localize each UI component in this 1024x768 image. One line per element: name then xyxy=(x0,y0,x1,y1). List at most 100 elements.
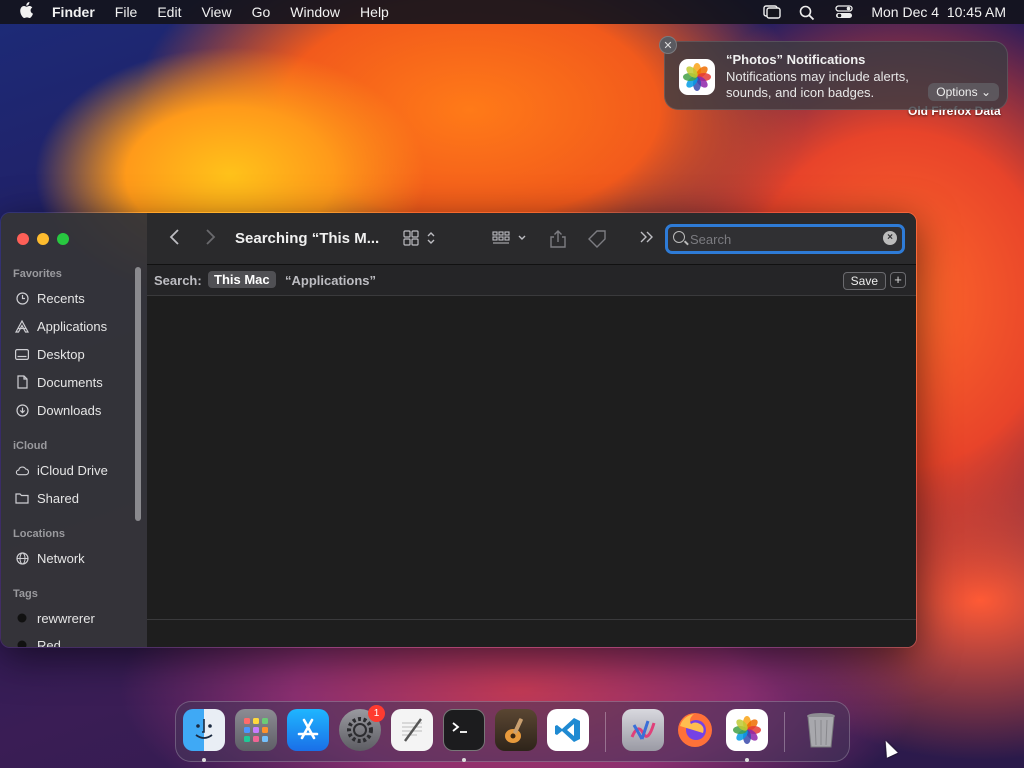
finder-app-icon[interactable] xyxy=(183,709,225,751)
tag-icon[interactable] xyxy=(587,229,609,253)
sidebar-scrollbar[interactable] xyxy=(135,267,141,521)
view-mode-grid-icon[interactable] xyxy=(403,229,437,251)
menu-go[interactable]: Go xyxy=(242,4,281,20)
search-icon xyxy=(673,231,685,243)
sidebar-header-favorites: Favorites xyxy=(13,268,62,280)
app-store-app-icon[interactable] xyxy=(287,709,329,751)
desktop-icon xyxy=(15,347,29,361)
sidebar-item-label: rewwrerer xyxy=(37,610,95,626)
sidebar-item-label: Red xyxy=(37,637,61,648)
menu-edit[interactable]: Edit xyxy=(147,4,191,20)
search-input[interactable] xyxy=(690,230,870,248)
globe-icon xyxy=(15,551,29,565)
finder-window: Favorites Recents Applications Desktop D… xyxy=(0,212,917,648)
sidebar-item-label: Desktop xyxy=(37,346,85,362)
scope-label: Search: xyxy=(154,273,202,288)
share-icon[interactable] xyxy=(549,229,567,253)
document-icon xyxy=(15,375,29,389)
sidebar-item-shared[interactable]: Shared xyxy=(15,488,79,508)
sidebar-item-documents[interactable]: Documents xyxy=(15,372,103,392)
sidebar-item-recents[interactable]: Recents xyxy=(15,288,85,308)
sidebar-item-network[interactable]: Network xyxy=(15,548,85,568)
sidebar-item-label: Documents xyxy=(37,374,103,390)
menu-view[interactable]: View xyxy=(191,4,241,20)
dock: 1 xyxy=(175,701,850,762)
notification-body: Notifications may include alerts, sounds… xyxy=(726,69,909,100)
dock-separator xyxy=(784,712,785,752)
menu-bar-clock[interactable]: Mon Dec 4 10:45 AM xyxy=(871,4,1006,20)
sidebar-item-label: Recents xyxy=(37,290,85,306)
clock-icon xyxy=(15,291,29,305)
notification-close-button[interactable]: ✕ xyxy=(659,36,677,54)
vscode-app-icon[interactable] xyxy=(547,709,589,751)
sidebar-tag-red[interactable]: Red xyxy=(15,635,61,648)
minimize-window-button[interactable] xyxy=(37,233,49,245)
screen-mirroring-icon[interactable] xyxy=(763,5,782,19)
garageband-app-icon[interactable] xyxy=(495,709,537,751)
menu-file[interactable]: File xyxy=(105,4,148,20)
running-indicator xyxy=(462,758,466,762)
sidebar-item-icloud-drive[interactable]: iCloud Drive xyxy=(15,460,108,480)
zoom-window-button[interactable] xyxy=(57,233,69,245)
sidebar-item-label: iCloud Drive xyxy=(37,462,108,478)
menu-window[interactable]: Window xyxy=(280,4,350,20)
finder-sidebar: Favorites Recents Applications Desktop D… xyxy=(1,213,147,648)
forward-chevron-icon[interactable] xyxy=(204,228,216,252)
sidebar-header-tags: Tags xyxy=(13,588,38,600)
sidebar-item-label: Downloads xyxy=(37,402,102,418)
search-field[interactable]: × xyxy=(665,224,905,254)
notification-options-button[interactable]: Options ⌄ xyxy=(928,83,999,101)
finder-main: Searching “This M... × Searc xyxy=(147,213,916,647)
sidebar-header-locations: Locations xyxy=(13,528,65,540)
photos-notification[interactable]: ✕ “Photos” Notifications Notifications m… xyxy=(659,36,1008,110)
add-criteria-button[interactable]: + xyxy=(890,272,906,288)
running-indicator xyxy=(745,758,749,762)
firefox-app-icon[interactable] xyxy=(674,709,716,751)
finder-toolbar: Searching “This M... × xyxy=(147,213,916,265)
sidebar-tag-rewwrerer[interactable]: rewwrerer xyxy=(15,608,95,628)
sidebar-item-label: Shared xyxy=(37,490,79,506)
clear-search-icon[interactable]: × xyxy=(883,231,897,245)
window-title: Searching “This M... xyxy=(235,230,380,247)
download-icon xyxy=(15,403,29,417)
notification-badge: 1 xyxy=(368,705,385,722)
notification-title: “Photos” Notifications xyxy=(726,52,866,67)
search-scope-bar: Search: This Mac “Applications” Save + xyxy=(147,265,916,296)
launchpad-app-icon[interactable] xyxy=(235,709,277,751)
sidebar-item-desktop[interactable]: Desktop xyxy=(15,344,85,364)
finder-status-bar xyxy=(147,619,916,647)
shared-folder-icon xyxy=(15,491,29,505)
back-chevron-icon[interactable] xyxy=(169,228,181,252)
control-center-icon[interactable] xyxy=(835,5,854,19)
photos-app-icon[interactable] xyxy=(726,709,768,751)
spotlight-search-icon[interactable] xyxy=(799,5,817,21)
running-indicator xyxy=(202,758,206,762)
tag-dot-icon xyxy=(15,638,29,647)
trash-icon[interactable] xyxy=(800,709,842,751)
menu-bar: Finder File Edit View Go Window Help Mon… xyxy=(0,0,1024,24)
toolbar-overflow-icon[interactable] xyxy=(639,229,655,249)
scope-this-mac-button[interactable]: This Mac xyxy=(208,271,276,288)
instruments-app-icon[interactable] xyxy=(622,709,664,751)
sidebar-item-label: Applications xyxy=(37,318,108,334)
save-search-button[interactable]: Save xyxy=(842,272,886,290)
photos-app-icon xyxy=(679,59,715,95)
close-window-button[interactable] xyxy=(17,233,29,245)
apple-menu-icon[interactable] xyxy=(0,1,52,23)
scope-applications-button[interactable]: “Applications” xyxy=(285,273,376,288)
tag-dot-icon xyxy=(15,611,29,625)
menu-help[interactable]: Help xyxy=(350,4,399,20)
sidebar-item-applications[interactable]: Applications xyxy=(15,316,107,336)
dock-separator xyxy=(605,712,606,752)
system-settings-app-icon[interactable]: 1 xyxy=(339,705,385,751)
sidebar-header-icloud: iCloud xyxy=(13,440,48,452)
cloud-icon xyxy=(15,463,29,477)
textedit-app-icon[interactable] xyxy=(391,709,433,751)
terminal-app-icon[interactable] xyxy=(443,709,485,751)
window-controls xyxy=(17,233,69,245)
group-by-icon[interactable] xyxy=(492,229,528,251)
sidebar-item-label: Network xyxy=(37,550,85,566)
menu-app-finder[interactable]: Finder xyxy=(52,4,105,20)
sidebar-item-downloads[interactable]: Downloads xyxy=(15,400,101,420)
applications-icon xyxy=(15,319,29,333)
